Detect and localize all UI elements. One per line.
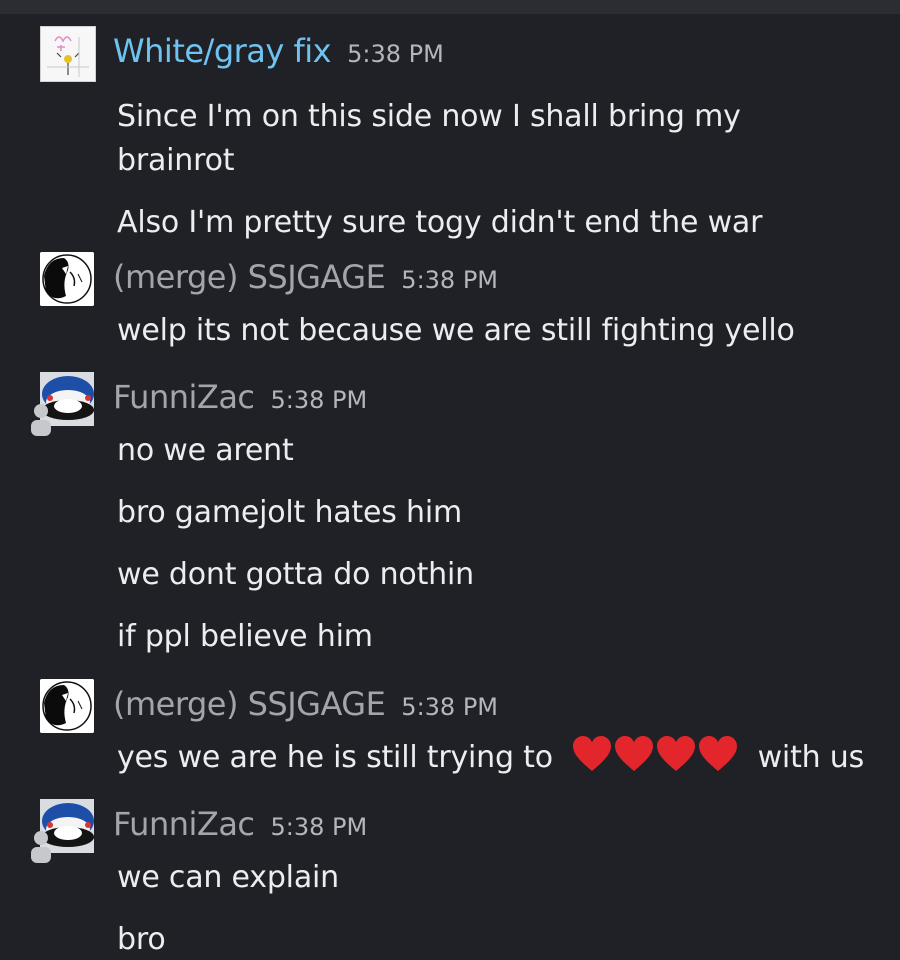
message-text: yes we are he is still trying to ❤️❤️❤️❤… (117, 735, 864, 780)
author-name[interactable]: (merge) SSJGAGE (113, 258, 386, 296)
message-text: we can explain (117, 860, 339, 895)
message-text-start: yes we are he is still trying to (117, 740, 553, 775)
message-header: (merge) SSJGAGE 5:38 PM (113, 258, 498, 296)
message-text: if ppl believe him (117, 619, 373, 654)
message-header: White/gray fix 5:38 PM (113, 32, 444, 70)
timestamp: 5:38 PM (401, 266, 498, 294)
message-text-end: with us (757, 740, 865, 775)
message-text: brainrot (117, 143, 235, 178)
chat-log[interactable]: White/gray fix 5:38 PM Since I'm on this… (0, 14, 900, 960)
avatar[interactable] (40, 252, 94, 306)
top-bar (0, 0, 900, 14)
message-text: Since I'm on this side now I shall bring… (117, 99, 741, 134)
message-text: no we arent (117, 433, 294, 468)
avatar[interactable] (40, 679, 94, 733)
message-header: FunniZac 5:38 PM (113, 378, 367, 416)
heart-icon (615, 736, 654, 771)
timestamp: 5:38 PM (347, 40, 444, 68)
message-header: (merge) SSJGAGE 5:38 PM (113, 685, 498, 723)
message-text: welp its not because we are still fighti… (117, 313, 795, 348)
ssjgage-avatar-icon (40, 679, 94, 733)
author-name[interactable]: (merge) SSJGAGE (113, 685, 386, 723)
message-text: we dont gotta do nothin (117, 557, 474, 592)
author-name[interactable]: White/gray fix (113, 32, 332, 70)
author-name[interactable]: FunniZac (113, 378, 255, 416)
author-name[interactable]: FunniZac (113, 805, 255, 843)
timestamp: 5:38 PM (270, 813, 368, 841)
avatar[interactable] (40, 26, 96, 82)
user-status-icon (31, 831, 51, 863)
heart-icon (573, 736, 612, 771)
message-text: bro gamejolt hates him (117, 495, 462, 530)
heart-emoji-group: ❤️❤️❤️❤️ (572, 735, 738, 773)
heart-icon (699, 736, 738, 771)
timestamp: 5:38 PM (401, 693, 498, 721)
user-status-icon (31, 404, 51, 436)
heart-icon (657, 736, 696, 771)
white-gray-fix-avatar-icon (41, 27, 95, 81)
timestamp: 5:38 PM (270, 386, 368, 414)
ssjgage-avatar-icon (40, 252, 94, 306)
message-header: FunniZac 5:38 PM (113, 805, 367, 843)
message-text: bro (117, 922, 166, 957)
message-text: Also I'm pretty sure togy didn't end the… (117, 205, 763, 240)
